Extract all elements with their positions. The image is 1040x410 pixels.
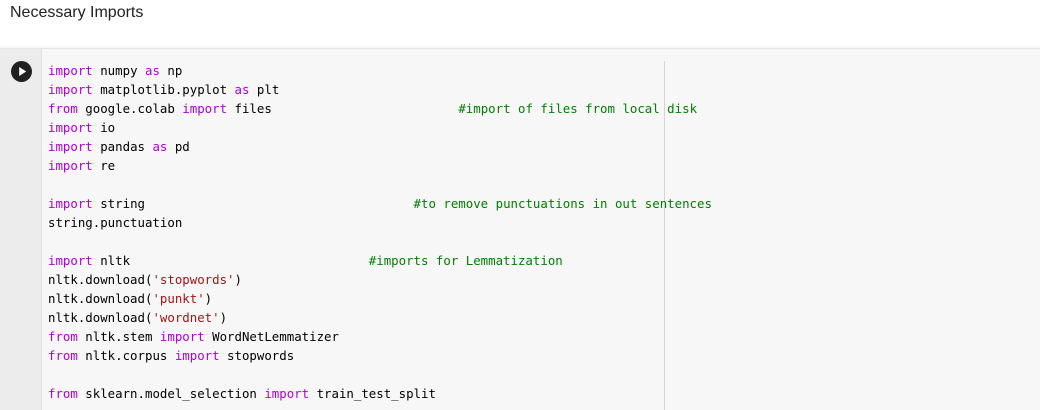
code-keyword: import [264,386,310,401]
code-text: ) [204,291,213,306]
code-line: import pandas as pd [48,137,712,156]
run-cell-button[interactable] [11,61,32,82]
code-text: nltk.corpus [77,348,175,363]
code-text: sklearn.model_selection [77,386,265,401]
code-keyword: import [48,120,93,135]
code-keyword: import [182,101,228,116]
code-editor[interactable]: import numpy as np import matplotlib.pypl… [48,61,712,403]
code-line: from nltk.corpus import stopwords [48,346,712,365]
code-text: np [159,63,183,78]
code-string: 'punkt' [152,291,205,306]
code-line: import re [48,156,712,175]
code-text: nltk.stem [77,329,160,344]
code-keyword: as [152,139,168,154]
code-text: io [92,120,116,135]
section-heading: Necessary Imports [10,4,144,21]
code-comment: #to remove punctuations in out sentences [413,196,712,211]
code-cell[interactable]: import numpy as np import matplotlib.pypl… [0,48,1040,410]
code-text: string [92,196,414,211]
code-text: nltk [92,253,369,268]
code-line: nltk.download('stopwords') [48,270,712,289]
code-keyword: import [48,63,93,78]
code-keyword: import [48,196,93,211]
code-text: pandas [92,139,153,154]
code-keyword: from [48,348,78,363]
code-keyword: import [48,82,93,97]
code-text: numpy [92,63,145,78]
code-keyword: as [234,82,250,97]
cell-gutter [0,49,42,410]
code-text: nltk.download( [48,272,153,287]
code-line: nltk.download('punkt') [48,289,712,308]
code-string: 'stopwords' [152,272,235,287]
code-text: ) [234,272,242,287]
code-keyword: import [48,139,93,154]
code-text: re [92,158,116,173]
code-keyword: import [48,158,93,173]
play-circle-icon [19,67,27,76]
code-keyword: from [48,329,78,344]
code-line: from google.colab import files #import o… [48,99,712,118]
code-line: from sklearn.model_selection import trai… [48,384,712,403]
code-line: import matplotlib.pyplot as plt [48,80,712,99]
code-text: string.punctuation [48,215,183,230]
code-text: matplotlib.pyplot [92,82,235,97]
code-text: train_test_split [309,386,436,401]
code-line: from nltk.stem import WordNetLemmatizer [48,327,712,346]
code-keyword: from [48,101,78,116]
code-comment: #imports for Lemmatization [368,253,563,268]
code-keyword: import [174,348,220,363]
code-text: pd [167,139,190,154]
code-line: import io [48,118,712,137]
code-keyword: from [48,386,78,401]
code-text: files [227,101,459,116]
code-comment: #import of files from local disk [458,101,698,116]
code-line: import string #to remove punctuations in… [48,194,712,213]
code-text: WordNetLemmatizer [204,329,339,344]
code-line: string.punctuation [48,213,712,232]
code-text: stopwords [219,348,295,363]
code-text: nltk.download( [48,291,153,306]
code-keyword: import [48,253,93,268]
code-line: import nltk #imports for Lemmatization [48,251,712,270]
code-string: 'wordnet' [152,310,220,325]
code-keyword: import [159,329,205,344]
code-line: import numpy as np [48,61,712,80]
code-keyword: as [144,63,160,78]
code-text: nltk.download( [48,310,153,325]
code-line: nltk.download('wordnet') [48,308,712,327]
code-text: google.colab [77,101,183,116]
code-text: ) [219,310,228,325]
code-text: plt [249,82,280,97]
